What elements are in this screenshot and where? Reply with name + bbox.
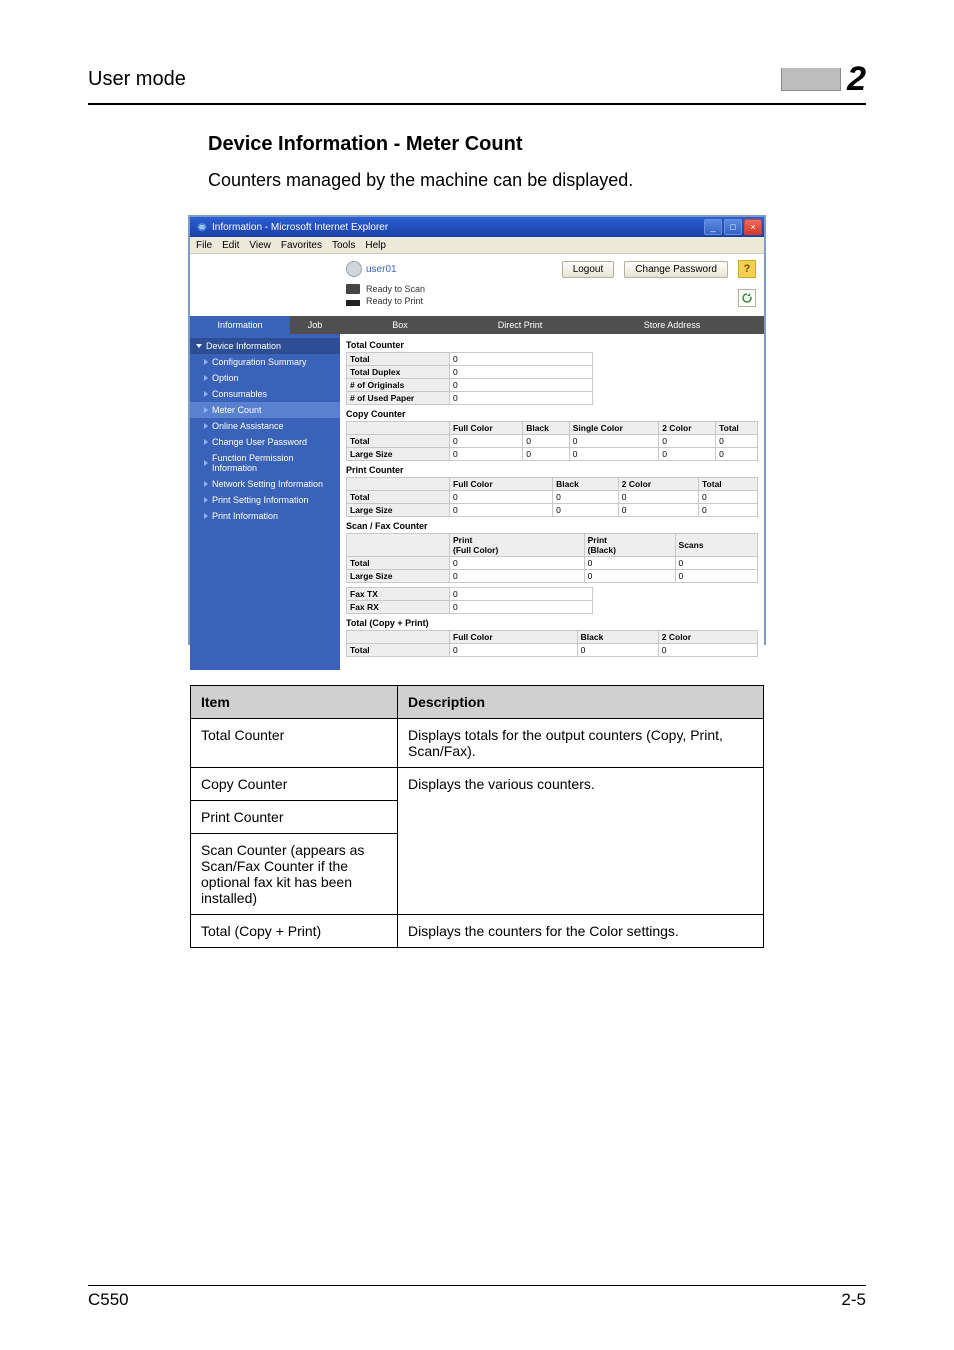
desc-various-counters: Displays the various counters. (398, 768, 764, 915)
close-button[interactable]: × (744, 219, 762, 235)
row-total-counter: Total Counter (191, 719, 398, 768)
window-titlebar: Information - Microsoft Internet Explore… (190, 217, 764, 237)
fax-counter-table: Fax TX0 Fax RX0 (346, 587, 593, 614)
menu-view[interactable]: View (249, 240, 271, 251)
row-print-counter: Print Counter (191, 801, 398, 834)
printer-icon (346, 296, 360, 306)
sidebar-item-print-information[interactable]: Print Information (190, 508, 340, 524)
user-icon (346, 261, 362, 277)
chevron-right-icon (204, 460, 208, 466)
chevron-right-icon (204, 407, 208, 413)
minimize-button[interactable]: _ (704, 219, 722, 235)
nav-tabs: Information Job Box Direct Print Store A… (190, 316, 764, 334)
sidebar-item-config-summary[interactable]: Configuration Summary (190, 354, 340, 370)
top-right-buttons: Logout Change Password ? (562, 260, 756, 278)
browser-screenshot: Information - Microsoft Internet Explore… (188, 215, 766, 645)
change-password-button[interactable]: Change Password (624, 261, 728, 278)
total-counter-heading: Total Counter (346, 340, 758, 350)
footer-model: C550 (88, 1290, 129, 1310)
status-scan: Ready to Scan (366, 284, 425, 294)
print-counter-heading: Print Counter (346, 465, 758, 475)
print-counter-table: Full ColorBlack2 ColorTotal Total0000 La… (346, 477, 758, 517)
app-body: Device Information Configuration Summary… (190, 334, 764, 670)
sidebar-item-online-assistance[interactable]: Online Assistance (190, 418, 340, 434)
maximize-button[interactable]: □ (724, 219, 742, 235)
logout-button[interactable]: Logout (562, 261, 615, 278)
chapter-badge: 2 (781, 60, 866, 99)
chapter-bar (781, 68, 841, 91)
description-table: Item Description Total Counter Displays … (190, 685, 764, 948)
chevron-right-icon (204, 439, 208, 445)
refresh-button[interactable] (738, 289, 756, 307)
row-scan-counter: Scan Counter (appears as Scan/Fax Counte… (191, 834, 398, 915)
ie-icon (196, 221, 208, 233)
help-icon[interactable]: ? (738, 260, 756, 278)
col-description: Description (398, 686, 764, 719)
scanner-icon (346, 284, 360, 294)
total-counter-table: Total0 Total Duplex0 # of Originals0 # o… (346, 352, 593, 405)
page-footer: C550 2-5 (88, 1285, 866, 1310)
col-item: Item (191, 686, 398, 719)
total-copy-print-heading: Total (Copy + Print) (346, 618, 758, 628)
sidebar-item-meter-count[interactable]: Meter Count (190, 402, 340, 418)
tab-box[interactable]: Box (340, 316, 460, 334)
user-name: user01 (366, 264, 397, 275)
menu-file[interactable]: File (196, 240, 212, 251)
sidebar-item-change-user-password[interactable]: Change User Password (190, 434, 340, 450)
chevron-right-icon (204, 423, 208, 429)
tab-information[interactable]: Information (190, 316, 290, 334)
scan-fax-counter-heading: Scan / Fax Counter (346, 521, 758, 531)
sidebar-item-consumables[interactable]: Consumables (190, 386, 340, 402)
sidebar-item-print-setting[interactable]: Print Setting Information (190, 492, 340, 508)
desc-total-counter: Displays totals for the output counters … (398, 719, 764, 768)
sidebar: Device Information Configuration Summary… (190, 334, 340, 670)
sidebar-header[interactable]: Device Information (190, 338, 340, 354)
menu-tools[interactable]: Tools (332, 240, 355, 251)
browser-menubar: File Edit View Favorites Tools Help (190, 237, 764, 254)
scan-fax-counter-table: Print (Full Color)Print (Black)Scans Tot… (346, 533, 758, 583)
user-badge: user01 (346, 261, 397, 277)
sidebar-item-function-permission[interactable]: Function Permission Information (190, 450, 340, 476)
section-title: Device Information - Meter Count (208, 133, 866, 156)
desc-total-copy-print: Displays the counters for the Color sett… (398, 915, 764, 948)
chevron-right-icon (204, 375, 208, 381)
menu-edit[interactable]: Edit (222, 240, 239, 251)
page: User mode 2 Device Information - Meter C… (0, 0, 954, 1350)
status-print: Ready to Print (366, 296, 423, 306)
refresh-icon (741, 292, 753, 304)
menu-favorites[interactable]: Favorites (281, 240, 322, 251)
device-status: Ready to Scan Ready to Print (338, 280, 764, 314)
chevron-right-icon (204, 391, 208, 397)
running-head: User mode (88, 68, 186, 91)
window-title: Information - Microsoft Internet Explore… (192, 221, 388, 233)
window-buttons: _ □ × (704, 219, 762, 235)
main-content: Total Counter Total0 Total Duplex0 # of … (340, 334, 764, 670)
total-copy-print-table: Full ColorBlack2 Color Total000 (346, 630, 758, 657)
tab-direct-print[interactable]: Direct Print (460, 316, 580, 334)
row-copy-counter: Copy Counter (191, 768, 398, 801)
row-total-copy-print: Total (Copy + Print) (191, 915, 398, 948)
chevron-down-icon (196, 344, 202, 348)
section-description: Counters managed by the machine can be d… (208, 170, 866, 191)
menu-help[interactable]: Help (365, 240, 386, 251)
chevron-right-icon (204, 513, 208, 519)
footer-page: 2-5 (841, 1290, 866, 1310)
app-top-row: user01 Logout Change Password ? (190, 254, 764, 280)
page-header: User mode 2 (88, 60, 866, 105)
copy-counter-table: Full ColorBlackSingle Color2 ColorTotal … (346, 421, 758, 461)
chevron-right-icon (204, 481, 208, 487)
chevron-right-icon (204, 359, 208, 365)
tab-store-address[interactable]: Store Address (580, 316, 764, 334)
tab-job[interactable]: Job (290, 316, 340, 334)
sidebar-item-network-setting[interactable]: Network Setting Information (190, 476, 340, 492)
copy-counter-heading: Copy Counter (346, 409, 758, 419)
chevron-right-icon (204, 497, 208, 503)
chapter-number: 2 (847, 60, 866, 99)
sidebar-item-option[interactable]: Option (190, 370, 340, 386)
